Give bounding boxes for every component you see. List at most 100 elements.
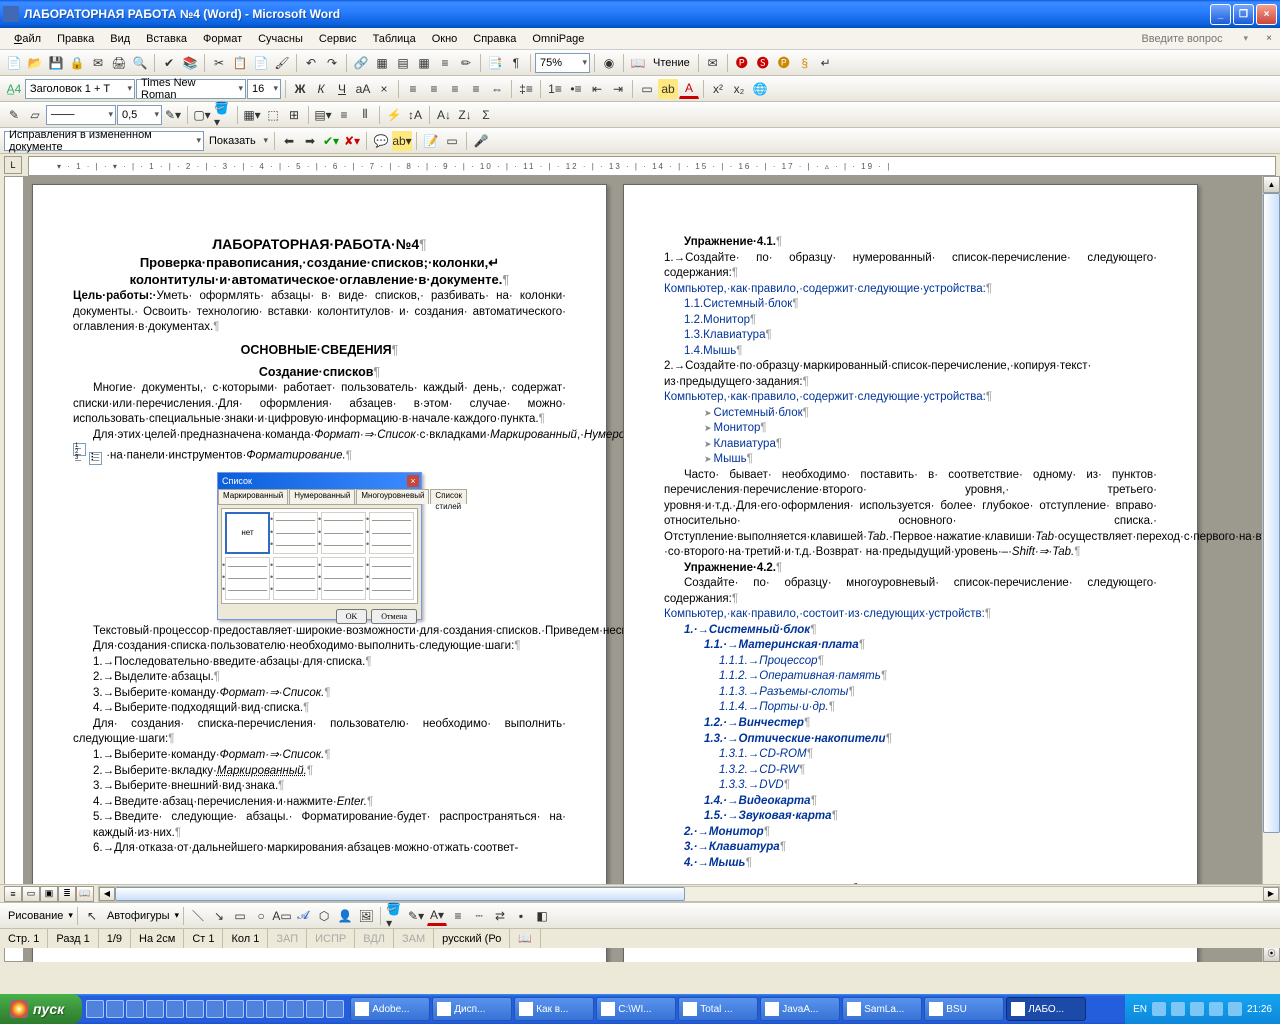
select-objects-button[interactable]: ↖ [82,906,102,926]
textbox-tool-button[interactable]: A▭ [272,906,292,926]
tray-icon[interactable] [1171,1002,1185,1016]
line-style-combo[interactable]: ─── [46,105,116,125]
research-button[interactable]: 📚 [180,53,200,73]
permission-button[interactable]: 🔒 [67,53,87,73]
rectangle-tool-button[interactable]: ▭ [230,906,250,926]
menu-insert[interactable]: Вставка [138,30,195,48]
tray-icon[interactable] [1209,1002,1223,1016]
sort-asc-button[interactable]: A↓ [434,105,454,125]
help-button[interactable]: ◉ [599,53,619,73]
ask-question-box[interactable]: ▾ [1141,33,1248,45]
italic-button[interactable]: К [311,79,331,99]
taskbar-task-active[interactable]: ЛАБО... [1006,997,1086,1021]
style-combo[interactable]: Заголовок 1 + T [25,79,135,99]
quick-launch-item[interactable] [226,1000,244,1018]
omni-3-button[interactable]: 🅟 [774,53,794,73]
font-color-button-2[interactable]: A▾ [427,906,447,926]
quick-launch-item[interactable] [146,1000,164,1018]
picture-button[interactable]: 🖼 [356,906,376,926]
align-left-button[interactable]: ≡ [403,79,423,99]
omni-acquire-button[interactable]: 🅟 [732,53,752,73]
taskbar-task[interactable]: BSU [924,997,1004,1021]
menu-tools[interactable]: Сервис [311,30,365,48]
decrease-indent-button[interactable]: ⇤ [587,79,607,99]
distribute-cols-button[interactable]: ⦀ [355,105,375,125]
omni-5-button[interactable]: ↵ [816,53,836,73]
reading-label[interactable]: Чтение [649,57,694,69]
oval-tool-button[interactable]: ○ [251,906,271,926]
tray-icon[interactable] [1152,1002,1166,1016]
menu-help[interactable]: Справка [465,30,524,48]
fill-color-button[interactable]: 🪣▾ [385,906,405,926]
taskbar-task[interactable]: JavaA... [760,997,840,1021]
hscroll-right-button[interactable]: ▶ [1263,887,1279,901]
close-document-button[interactable]: × [1262,32,1276,46]
tab-type-button[interactable]: L [4,156,22,174]
align-right-button[interactable]: ≡ [445,79,465,99]
email-button[interactable]: ✉ [88,53,108,73]
hyperlink-button[interactable]: 🔗 [351,53,371,73]
redo-button[interactable]: ↷ [322,53,342,73]
status-rec[interactable]: ЗАП [268,929,307,948]
menu-view[interactable]: Вид [102,30,138,48]
tray-icon[interactable] [1228,1002,1242,1016]
page-2[interactable]: Упражнение·4.1. 1.→Создайте· по· образцу… [623,184,1198,962]
font-color-button[interactable]: A [679,79,699,99]
new-comment-button[interactable]: 💬 [371,131,391,151]
tray-language[interactable]: EN [1133,1004,1147,1015]
superscript-button[interactable]: x² [708,79,728,99]
font-size-combo[interactable]: 16 [247,79,281,99]
highlight-button[interactable]: ab [658,79,678,99]
status-trk[interactable]: ИСПР [307,929,355,948]
new-doc-button[interactable]: 📄 [4,53,24,73]
reviewing-pane-button[interactable]: ▭ [442,131,462,151]
hscroll-left-button[interactable]: ◀ [99,887,115,901]
subscript-button[interactable]: x₂ [729,79,749,99]
status-spellcheck-icon[interactable]: 📖 [510,929,541,948]
track-changes-button[interactable]: 📝 [421,131,441,151]
spellcheck-button[interactable]: ✔ [159,53,179,73]
autoshapes-menu[interactable]: Автофигуры [103,910,174,922]
tray-icon[interactable] [1190,1002,1204,1016]
increase-indent-button[interactable]: ⇥ [608,79,628,99]
insert-table-btn2[interactable]: ▦▾ [242,105,262,125]
quick-launch-item[interactable] [126,1000,144,1018]
excel-button[interactable]: ▦ [414,53,434,73]
text-direction-button[interactable]: ↕A [405,105,425,125]
insert-table-button[interactable]: ▤ [393,53,413,73]
undo-button[interactable]: ↶ [301,53,321,73]
menu-table[interactable]: Таблица [365,30,424,48]
menu-window[interactable]: Окно [424,30,466,48]
drawing-button[interactable]: ✏ [456,53,476,73]
zoom-combo[interactable]: 75% [535,53,590,73]
menu-file[interactable]: Файлdocument.currentScript.previousSibli… [6,30,49,48]
quick-launch-item[interactable] [166,1000,184,1018]
styles-pane-button[interactable]: A̲4 [4,79,24,99]
save-button[interactable]: 💾 [46,53,66,73]
quick-launch-item[interactable] [246,1000,264,1018]
quick-launch-item[interactable] [266,1000,284,1018]
voice-comment-button[interactable]: 🎤 [471,131,491,151]
wordart-button[interactable]: 𝓐 [293,906,313,926]
arrow-tool-button[interactable]: ↘ [209,906,229,926]
arrow-style-button[interactable]: ⇄ [490,906,510,926]
outside-border-button[interactable]: ▢▾ [192,105,212,125]
reading-view-button[interactable]: 📖 [76,886,94,902]
menu-format[interactable]: Формат [195,30,250,48]
split-cells-button[interactable]: ⊞ [284,105,304,125]
menu-omnipage[interactable]: OmniPage [524,30,592,48]
justify-button[interactable]: ≡ [466,79,486,99]
hscroll-thumb[interactable] [115,887,685,901]
normal-view-button[interactable]: ≡ [4,886,22,902]
maximize-button[interactable]: ❐ [1233,4,1254,25]
autosum-button[interactable]: Σ [476,105,496,125]
char-scale-button[interactable]: aA [353,79,373,99]
eraser-button[interactable]: ▱ [25,105,45,125]
taskbar-task[interactable]: Adobe... [350,997,430,1021]
status-ext[interactable]: ВДЛ [355,929,394,948]
horizontal-scrollbar[interactable]: ◀ ▶ [98,886,1280,902]
scroll-up-button[interactable]: ▲ [1263,176,1280,193]
line-tool-button[interactable]: ＼ [188,906,208,926]
quick-launch-item[interactable] [206,1000,224,1018]
copy-button[interactable]: 📋 [230,53,250,73]
